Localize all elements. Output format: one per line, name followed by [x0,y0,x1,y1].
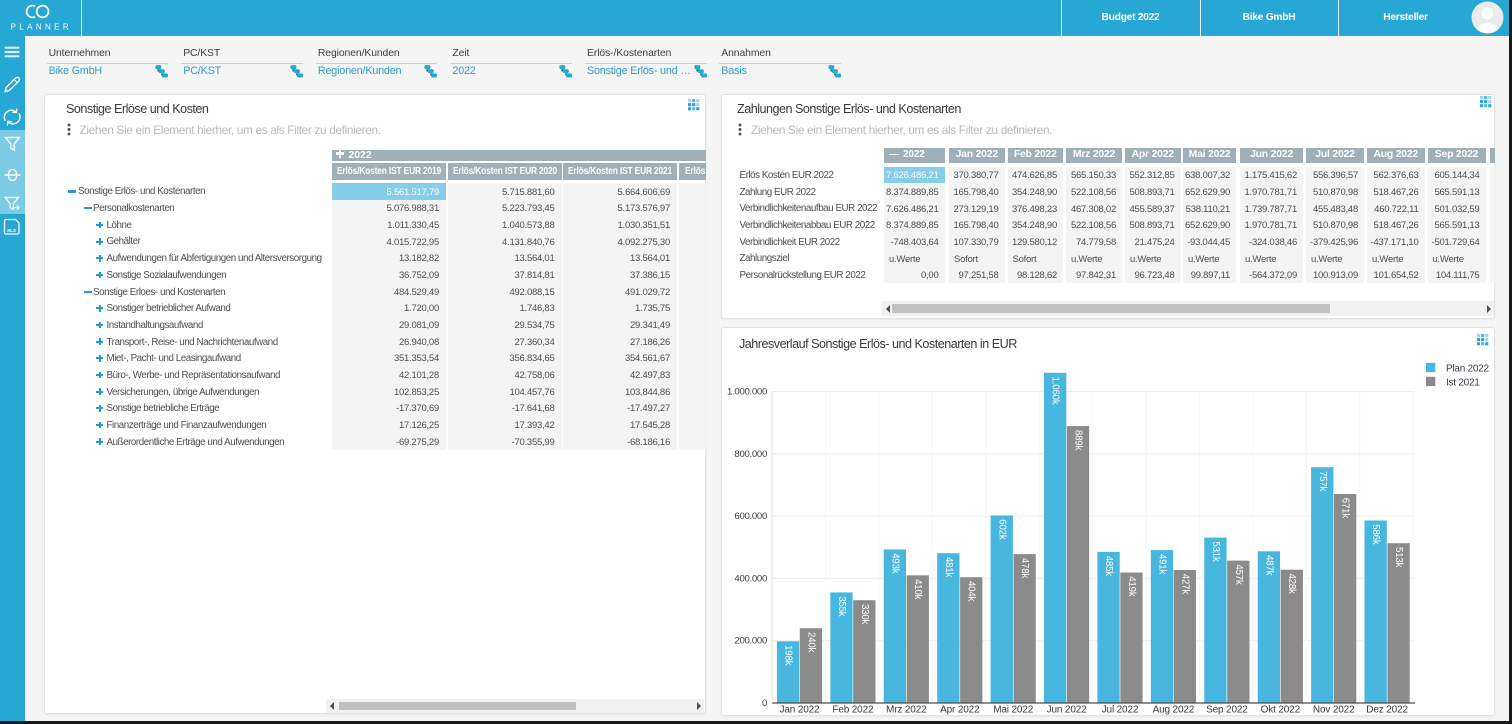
svg-text:586k: 586k [1370,524,1381,545]
svg-text:240k: 240k [805,632,816,653]
svg-text:485k: 485k [1103,555,1114,576]
svg-text:Apr 2022: Apr 2022 [940,704,980,715]
svg-text:Feb 2022: Feb 2022 [832,704,874,715]
svg-text:PLANNER: PLANNER [11,22,73,31]
svg-text:410k: 410k [912,579,923,600]
svg-text:400.000: 400.000 [734,573,767,584]
svg-text:457k: 457k [1233,564,1244,585]
svg-text:Nov 2022: Nov 2022 [1313,704,1355,715]
svg-text:Ist 2021: Ist 2021 [1446,377,1480,388]
svg-text:427k: 427k [1179,573,1190,594]
svg-text:671k: 671k [1340,497,1351,518]
svg-text:800.000: 800.000 [734,448,767,459]
svg-text:330k: 330k [859,604,870,625]
svg-text:Jun 2022: Jun 2022 [1047,704,1088,715]
svg-text:757k: 757k [1317,471,1328,492]
svg-text:Dez 2022: Dez 2022 [1366,704,1408,715]
svg-text:0: 0 [762,698,767,709]
svg-text:Mrz 2022: Mrz 2022 [886,704,927,715]
svg-text:Jul 2022: Jul 2022 [1102,704,1139,715]
svg-text:Okt 2022: Okt 2022 [1261,704,1301,715]
svg-text:428k: 428k [1286,573,1297,594]
svg-text:491k: 491k [1157,553,1168,574]
svg-text:478k: 478k [1019,557,1030,578]
svg-text:198k: 198k [783,645,794,666]
svg-text:Sep 2022: Sep 2022 [1206,704,1248,715]
svg-text:1.000.000: 1.000.000 [727,386,767,397]
svg-text:Mai 2022: Mai 2022 [993,704,1034,715]
svg-text:481k: 481k [943,557,954,578]
svg-text:355k: 355k [836,596,847,617]
svg-text:Jan 2022: Jan 2022 [780,704,821,715]
svg-text:1.060k: 1.060k [1050,376,1061,404]
svg-text:Aug 2022: Aug 2022 [1153,704,1195,715]
svg-text:419k: 419k [1126,576,1137,597]
svg-text:404k: 404k [966,581,977,602]
svg-text:493k: 493k [889,553,900,574]
svg-text:600.000: 600.000 [734,511,767,522]
svg-text:Plan 2022: Plan 2022 [1446,363,1489,374]
svg-text:531k: 531k [1210,541,1221,562]
svg-text:602k: 602k [996,519,1007,540]
svg-text:513k: 513k [1393,547,1404,568]
svg-text:XLS: XLS [7,228,16,233]
svg-text:200.000: 200.000 [734,635,767,646]
svg-text:487k: 487k [1263,555,1274,576]
svg-text:889k: 889k [1073,429,1084,450]
